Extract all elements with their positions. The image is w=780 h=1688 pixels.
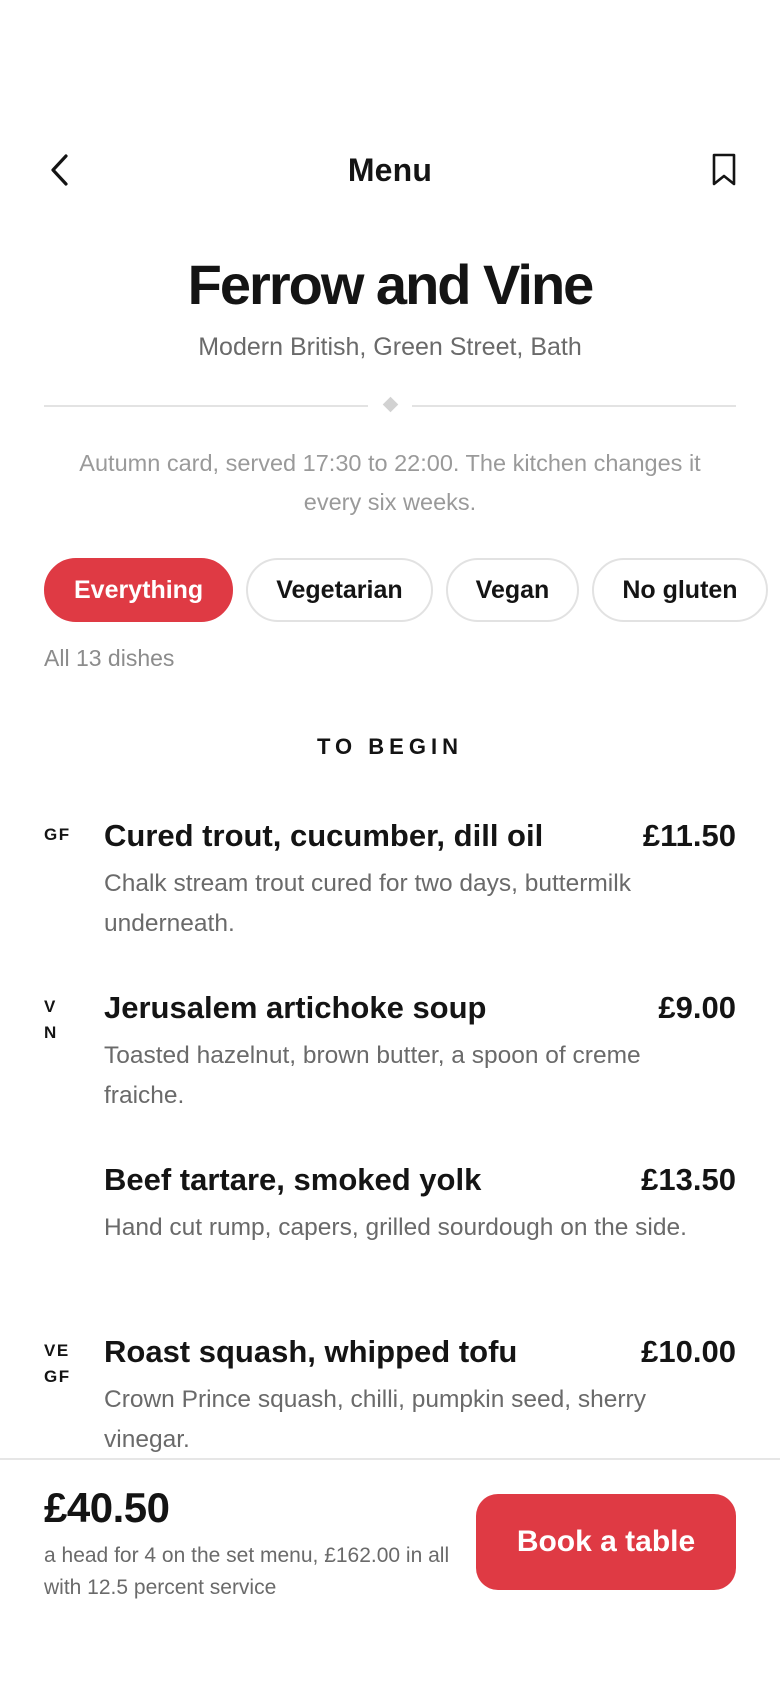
filter-chip-no-gluten[interactable]: No gluten bbox=[592, 558, 768, 622]
filter-chip-vegetarian[interactable]: Vegetarian bbox=[246, 558, 433, 622]
menu-item[interactable]: GF Cured trout, cucumber, dill oil £11.5… bbox=[44, 818, 736, 938]
dish-description: Chalk stream trout cured for two days, b… bbox=[104, 870, 631, 937]
menu-item[interactable]: VE GF Roast squash, whipped tofu £10.00 … bbox=[44, 1334, 736, 1454]
section-title: TO BEGIN bbox=[317, 734, 463, 759]
restaurant-name: Ferrow and Vine bbox=[187, 253, 595, 316]
dietary-tag: V bbox=[44, 997, 57, 1016]
divider-line-right bbox=[412, 405, 736, 407]
dietary-tags: V N bbox=[44, 994, 94, 1046]
menu-item[interactable]: Beef tartare, smoked yolk £13.50 Hand cu… bbox=[44, 1162, 736, 1282]
bookmark-icon bbox=[712, 153, 736, 186]
dish-name: Cured trout, cucumber, dill oil bbox=[104, 818, 544, 853]
dish-count: All 13 dishes bbox=[44, 645, 175, 671]
dish-price: £13.50 bbox=[641, 1162, 736, 1197]
dish-name: Beef tartare, smoked yolk bbox=[104, 1162, 482, 1197]
filter-chips: Everything Vegetarian Vegan No gluten bbox=[44, 558, 780, 622]
dish-price: £11.50 bbox=[642, 818, 736, 853]
price-note: a head for 4 on the set menu, £162.00 in… bbox=[44, 1544, 450, 1599]
dietary-tag: VE bbox=[44, 1341, 70, 1360]
dish-description: Hand cut rump, capers, grilled sourdough… bbox=[104, 1214, 687, 1241]
dietary-tag: GF bbox=[44, 825, 71, 844]
ornament-divider bbox=[44, 396, 736, 416]
book-table-button[interactable]: Book a table bbox=[476, 1494, 736, 1590]
menu-card-note: Autumn card, served 17:30 to 22:00. The … bbox=[79, 450, 701, 515]
dietary-tags: VE GF bbox=[44, 1338, 94, 1390]
restaurant-subtitle: Modern British, Green Street, Bath bbox=[198, 333, 582, 361]
filter-chip-vegan[interactable]: Vegan bbox=[445, 558, 580, 622]
divider-line-left bbox=[44, 405, 368, 407]
dish-price: £10.00 bbox=[641, 1334, 736, 1369]
dietary-tag: GF bbox=[44, 1367, 71, 1386]
dish-name: Jerusalem artichoke soup bbox=[104, 990, 487, 1025]
diamond-icon bbox=[382, 396, 399, 413]
booking-bar: £40.50 a head for 4 on the set menu, £16… bbox=[0, 1458, 780, 1688]
top-bar: Menu bbox=[0, 140, 780, 200]
filter-chip-everything[interactable]: Everything bbox=[44, 558, 234, 622]
dietary-tag: N bbox=[44, 1023, 58, 1042]
dietary-tags: GF bbox=[44, 822, 94, 848]
dish-description: Toasted hazelnut, brown butter, a spoon … bbox=[104, 1042, 641, 1109]
dish-price: £9.00 bbox=[658, 990, 736, 1025]
menu-item[interactable]: V N Jerusalem artichoke soup £9.00 Toast… bbox=[44, 990, 736, 1110]
page-title: Menu bbox=[347, 152, 433, 188]
dish-description: Crown Prince squash, chilli, pumpkin see… bbox=[104, 1386, 646, 1453]
bookmark-button[interactable] bbox=[704, 150, 744, 190]
price-per-head: £40.50 bbox=[44, 1484, 170, 1531]
dish-name: Roast squash, whipped tofu bbox=[104, 1334, 518, 1369]
